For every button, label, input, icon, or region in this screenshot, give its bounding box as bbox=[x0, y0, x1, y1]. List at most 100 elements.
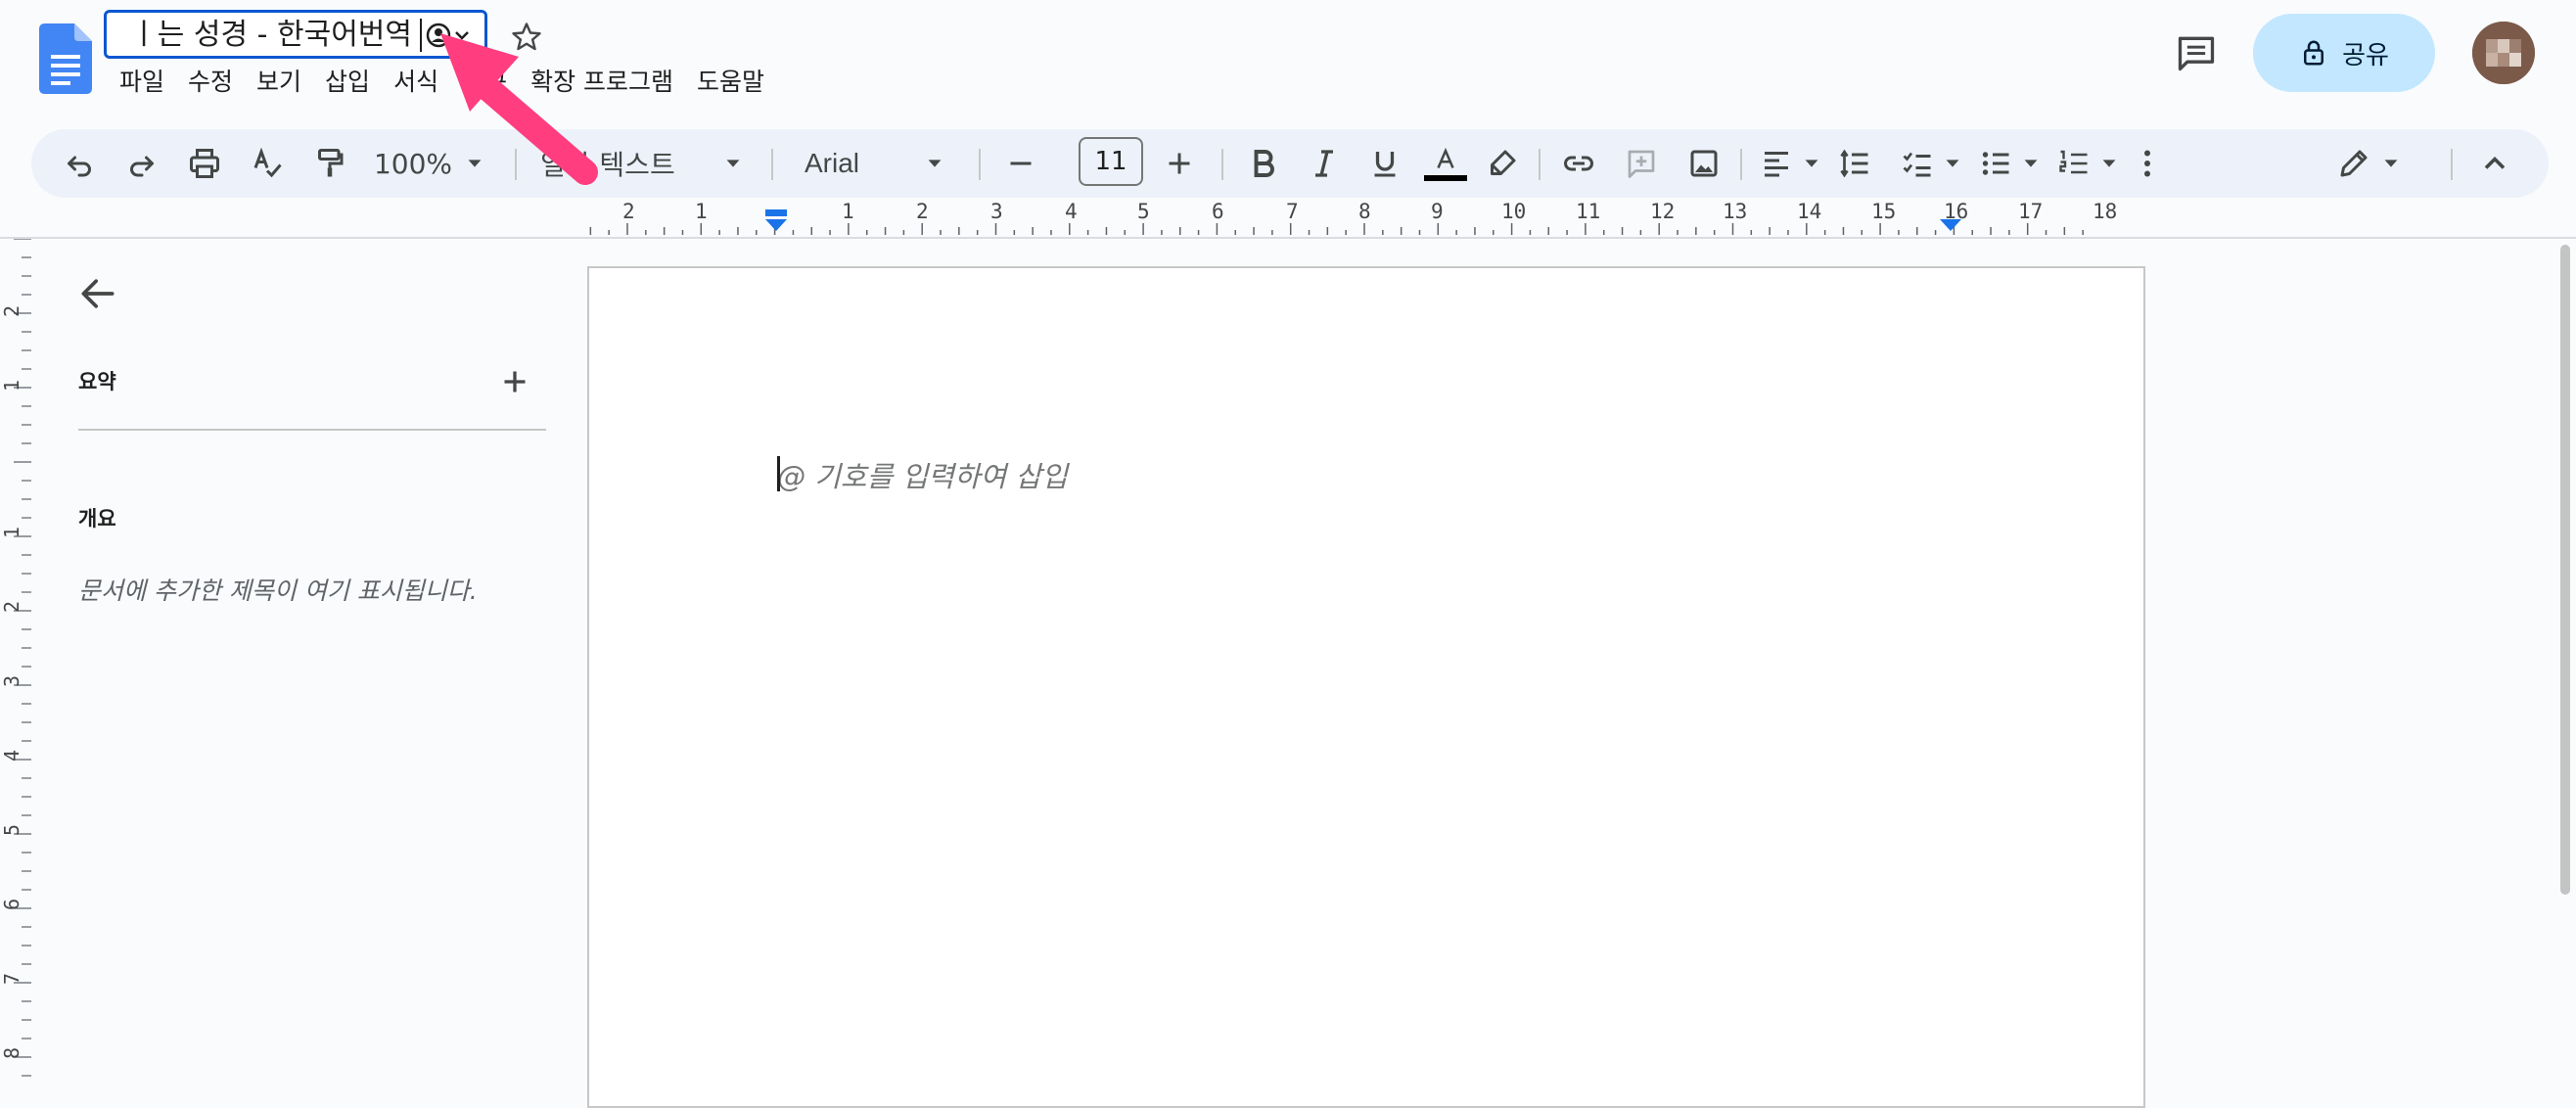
ruler-label: 5 bbox=[1137, 200, 1150, 223]
share-label: 공유 bbox=[2342, 40, 2389, 70]
vertical-ruler-label: 2 bbox=[0, 600, 24, 614]
ruler-label: 11 bbox=[1576, 200, 1601, 223]
italic-icon[interactable] bbox=[1302, 141, 1347, 186]
ruler-bottom-border bbox=[0, 237, 2576, 239]
vertical-scrollbar[interactable] bbox=[2560, 245, 2570, 895]
increase-font-size-icon[interactable] bbox=[1157, 141, 1202, 186]
menu-extensions[interactable]: 확장 프로그램 bbox=[519, 61, 685, 104]
ruler-label: 13 bbox=[1723, 200, 1748, 223]
undo-icon[interactable] bbox=[57, 141, 102, 186]
star-icon[interactable] bbox=[509, 20, 544, 55]
font-size-input[interactable]: 11 bbox=[1079, 137, 1143, 186]
document-text-cursor bbox=[777, 456, 780, 491]
ruler-label: 14 bbox=[1797, 200, 1822, 223]
vertical-ruler[interactable] bbox=[0, 239, 33, 1088]
menu-help[interactable]: 도움말 bbox=[685, 61, 776, 104]
line-spacing-icon[interactable] bbox=[1832, 141, 1877, 186]
lock-icon bbox=[2299, 38, 2328, 68]
toolbar-divider bbox=[1539, 149, 1541, 180]
toolbar-divider bbox=[979, 149, 981, 180]
document-body-placeholder[interactable]: @ 기호를 입력하여 삽입 bbox=[777, 454, 1068, 495]
font-chevron-down-icon[interactable] bbox=[922, 141, 947, 186]
vertical-ruler-label: 1 bbox=[0, 526, 24, 539]
redo-icon[interactable] bbox=[119, 141, 164, 186]
vertical-ruler-label: 7 bbox=[0, 972, 24, 986]
menu-insert[interactable]: 삽입 bbox=[313, 61, 382, 104]
toolbar-divider bbox=[771, 149, 773, 180]
document-title-text: ㅣ는 성경 - 한국어번역 bbox=[130, 18, 412, 52]
text-color-swatch bbox=[1424, 175, 1467, 181]
highlight-color-icon[interactable] bbox=[1480, 141, 1525, 186]
toolbar-divider bbox=[2451, 149, 2453, 180]
ruler-label: 6 bbox=[1212, 200, 1224, 223]
paragraph-style-value: 일반 텍스트 bbox=[540, 149, 675, 181]
owner-account-icon[interactable] bbox=[425, 20, 478, 51]
bullet-chevron-down-icon[interactable] bbox=[2018, 141, 2044, 186]
outline-divider bbox=[78, 429, 546, 431]
paint-format-icon[interactable] bbox=[307, 141, 352, 186]
align-chevron-down-icon[interactable] bbox=[1799, 141, 1824, 186]
ruler-label: 2 bbox=[622, 200, 635, 223]
more-options-icon[interactable] bbox=[2130, 141, 2165, 186]
ruler-label: 10 bbox=[1501, 200, 1527, 223]
close-outline-back-arrow-icon[interactable] bbox=[76, 272, 119, 315]
paragraph-style-select[interactable]: 일반 텍스트 bbox=[540, 141, 707, 186]
insert-image-icon[interactable] bbox=[1681, 141, 1726, 186]
outline-empty-message: 문서에 추가한 제목이 여기 표시됩니다. bbox=[78, 577, 478, 605]
toolbar-divider bbox=[1740, 149, 1742, 180]
menu-tools[interactable]: 도구 bbox=[450, 61, 519, 104]
collapse-menus-chevron-up-icon[interactable] bbox=[2472, 141, 2517, 186]
editing-mode-pencil-icon[interactable] bbox=[2331, 141, 2376, 186]
menu-bar: 파일 수정 보기 삽입 서식 도구 확장 프로그램 도움말 bbox=[108, 61, 776, 104]
ruler-label: 9 bbox=[1431, 200, 1444, 223]
docs-logo-icon[interactable] bbox=[39, 23, 92, 94]
vertical-ruler-label: 3 bbox=[0, 674, 24, 688]
align-left-icon[interactable] bbox=[1754, 141, 1799, 186]
checklist-chevron-down-icon[interactable] bbox=[1940, 141, 1965, 186]
document-title-input[interactable]: ㅣ는 성경 - 한국어번역 bbox=[104, 10, 487, 59]
summary-heading: 요약 bbox=[78, 370, 116, 393]
vertical-ruler-label: 8 bbox=[0, 1046, 24, 1060]
menu-format[interactable]: 서식 bbox=[382, 61, 450, 104]
text-color-icon[interactable] bbox=[1421, 141, 1470, 186]
outline-heading: 개요 bbox=[78, 507, 116, 531]
spellcheck-icon[interactable] bbox=[245, 141, 290, 186]
toolbar: 100% 일반 텍스트 Arial 11 bbox=[31, 129, 2549, 198]
left-indent-marker-icon[interactable] bbox=[763, 209, 789, 233]
insert-link-icon[interactable] bbox=[1556, 141, 1601, 186]
numbered-list-icon[interactable] bbox=[2051, 141, 2096, 186]
vertical-ruler-label: 2 bbox=[0, 304, 24, 318]
ruler-label: 1 bbox=[842, 200, 854, 223]
zoom-select[interactable]: 100% bbox=[374, 141, 452, 186]
print-icon[interactable] bbox=[182, 141, 227, 186]
ruler-label: 15 bbox=[1871, 200, 1897, 223]
zoom-value: 100% bbox=[373, 147, 453, 180]
comments-icon[interactable] bbox=[2175, 31, 2218, 74]
right-indent-marker-icon[interactable] bbox=[1940, 217, 1961, 233]
menu-view[interactable]: 보기 bbox=[245, 61, 313, 104]
ruler-label: 17 bbox=[2018, 200, 2044, 223]
bold-icon[interactable] bbox=[1241, 141, 1286, 186]
add-comment-icon[interactable] bbox=[1619, 141, 1664, 186]
bulleted-list-icon[interactable] bbox=[1973, 141, 2018, 186]
decrease-font-size-icon[interactable] bbox=[998, 141, 1043, 186]
avatar[interactable] bbox=[2472, 22, 2535, 84]
ruler-label: 1 bbox=[695, 200, 708, 223]
add-summary-plus-icon[interactable] bbox=[497, 364, 532, 399]
share-button[interactable]: 공유 bbox=[2253, 14, 2435, 92]
mode-chevron-down-icon[interactable] bbox=[2378, 141, 2404, 186]
zoom-chevron-down-icon[interactable] bbox=[462, 141, 487, 186]
menu-edit[interactable]: 수정 bbox=[176, 61, 245, 104]
vertical-ruler-label: 4 bbox=[0, 749, 24, 762]
ruler-label: 18 bbox=[2093, 200, 2118, 223]
toolbar-divider bbox=[1221, 149, 1223, 180]
menu-file[interactable]: 파일 bbox=[108, 61, 176, 104]
document-page[interactable] bbox=[587, 266, 2145, 1108]
ruler-label: 7 bbox=[1286, 200, 1299, 223]
vertical-ruler-label: 1 bbox=[0, 379, 24, 392]
title-text-cursor bbox=[420, 19, 422, 52]
numbered-chevron-down-icon[interactable] bbox=[2096, 141, 2122, 186]
checklist-icon[interactable] bbox=[1895, 141, 1940, 186]
underline-icon[interactable] bbox=[1362, 141, 1407, 186]
style-chevron-down-icon[interactable] bbox=[720, 141, 746, 186]
